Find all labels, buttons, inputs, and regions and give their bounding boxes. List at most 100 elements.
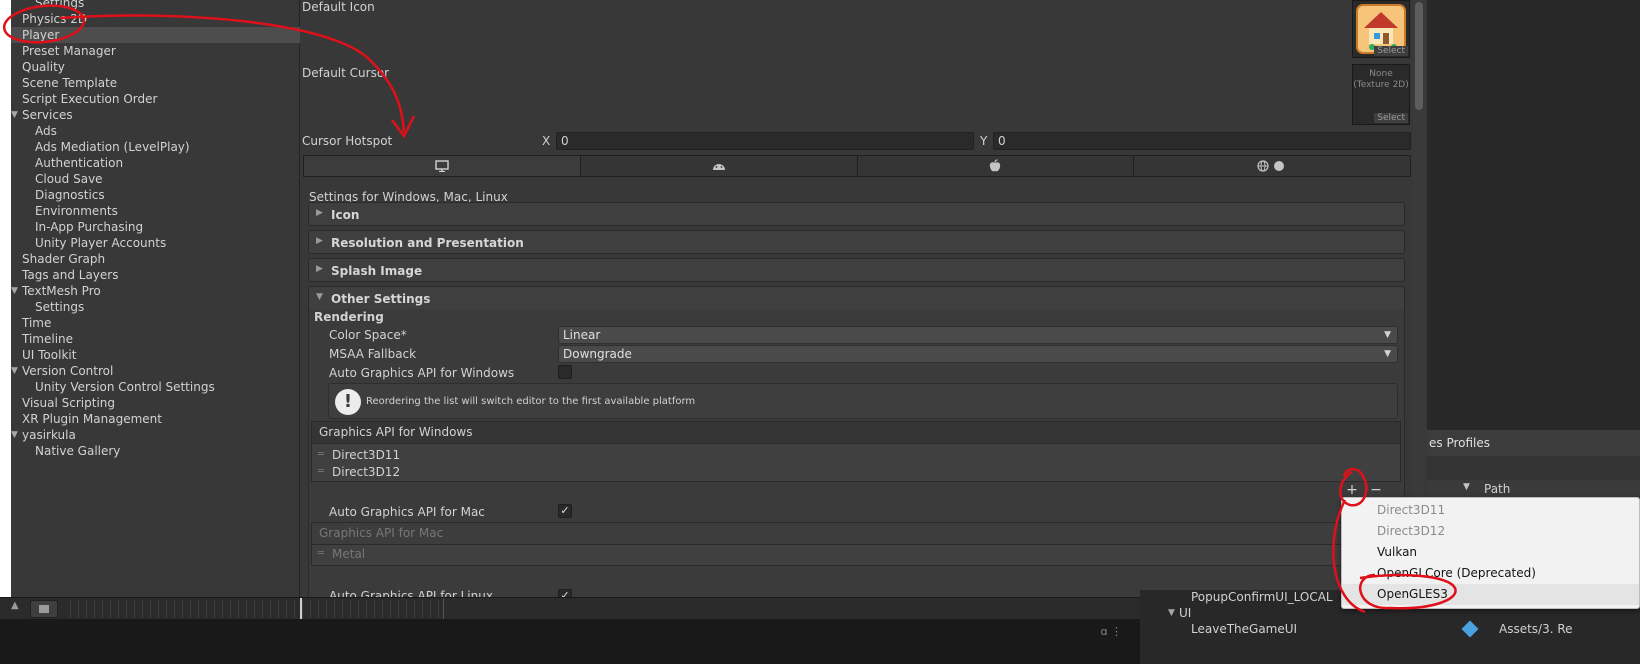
sidebar-item-label: XR Plugin Management — [22, 412, 162, 426]
timeline-ruler-2[interactable] — [302, 600, 442, 618]
graphics-api-popup-menu: Direct3D11 Direct3D12 Vulkan OpenGLCore (De… — [1341, 497, 1640, 609]
auto-api-mac-checkbox[interactable]: ✓ — [558, 504, 572, 518]
tab-android[interactable] — [580, 156, 858, 176]
sidebar-item-label: Visual Scripting — [22, 396, 115, 410]
popup-item-opengles3[interactable]: OpenGLES3 — [1342, 584, 1639, 605]
sidebar-item-label: Services — [22, 108, 73, 122]
sidebar-item-yasirkula[interactable]: ▼ yasirkula — [11, 427, 300, 443]
sidebar-item-label: Version Control — [22, 364, 114, 378]
sidebar-item-unity-player-accounts[interactable]: Unity Player Accounts — [11, 235, 300, 251]
sidebar-item-native-gallery[interactable]: Native Gallery — [11, 443, 300, 459]
profiles-tab[interactable]: es Profiles — [1427, 430, 1640, 456]
sidebar-item-label: Unity Version Control Settings — [35, 380, 215, 394]
mac-api-item-label: Metal — [332, 547, 366, 561]
scrollbar-thumb[interactable] — [1415, 2, 1423, 110]
sidebar-item-physics-2d[interactable]: Physics 2D — [11, 11, 300, 27]
foldout-resolution-label: Resolution and Presentation — [331, 236, 524, 250]
asset-row-popupconfirm[interactable]: PopupConfirmUI_LOCAL — [1191, 590, 1333, 604]
sidebar-item-preset-manager[interactable]: Preset Manager — [11, 43, 300, 59]
sidebar-item-script-execution-order[interactable]: Script Execution Order — [11, 91, 300, 107]
drag-handle-icon[interactable]: ═ — [318, 446, 324, 464]
sidebar-item-tags-and-layers[interactable]: Tags and Layers — [11, 267, 300, 283]
mac-list-items: ═ Metal — [312, 545, 1400, 563]
default-cursor-label: Default Cursor — [302, 66, 390, 80]
expand-triangle-icon[interactable]: ▼ — [11, 283, 18, 299]
msaa-fallback-dropdown[interactable]: Downgrade ▼ — [558, 345, 1398, 363]
warning-icon: ! — [335, 389, 361, 415]
tab-ios[interactable] — [857, 156, 1135, 176]
apple-icon — [990, 159, 1001, 172]
sidebar-item-diagnostics[interactable]: Diagnostics — [11, 187, 300, 203]
color-space-label: Color Space* — [329, 328, 407, 342]
sidebar-item-label: Cloud Save — [35, 172, 103, 186]
foldout-other-label: Other Settings — [331, 292, 431, 306]
asset-group-ui[interactable]: UI — [1179, 606, 1191, 620]
expand-triangle-icon[interactable]: ▼ — [11, 107, 18, 123]
win-api-item-label: Direct3D11 — [332, 448, 401, 462]
sidebar-item-settings[interactable]: Settings — [11, 299, 300, 315]
android-icon — [712, 164, 725, 170]
tab-standalone[interactable] — [304, 156, 581, 176]
hotspot-x-field[interactable]: 0 — [556, 132, 974, 150]
right-dock-panel — [1427, 0, 1640, 430]
sidebar-item-textmesh-pro[interactable]: ▼ TextMesh Pro — [11, 283, 300, 299]
popup-item-openglcore-deprecated-[interactable]: OpenGLCore (Deprecated) — [1342, 563, 1639, 584]
warning-text: Reordering the list will switch editor t… — [366, 396, 696, 407]
expand-triangle-icon[interactable]: ▼ — [11, 363, 18, 379]
asset-path: Assets/3. Re — [1499, 622, 1573, 636]
sidebar-item-in-app-purchasing[interactable]: In-App Purchasing — [11, 219, 300, 235]
triangle-down-icon[interactable]: ▼ — [1168, 608, 1175, 618]
drag-handle-icon[interactable]: ═ — [318, 463, 324, 481]
sidebar-item-ui-toolkit[interactable]: UI Toolkit — [11, 347, 300, 363]
default-cursor-slot[interactable]: None (Texture 2D) Select — [1352, 64, 1410, 125]
auto-api-windows-checkbox[interactable] — [558, 365, 572, 379]
sidebar-item-label: Tags and Layers — [22, 268, 119, 282]
warning-small-icon[interactable]: ▲ — [11, 600, 27, 618]
foldout-resolution[interactable]: ▶ Resolution and Presentation — [308, 230, 1405, 254]
win-list-items: ═ Direct3D11 ═ Direct3D12 — [312, 446, 1400, 481]
foldout-other-settings[interactable]: ▼ Other Settings — [308, 286, 1405, 310]
foldout-icon[interactable]: ▶ Icon — [308, 202, 1405, 226]
popup-item-vulkan[interactable]: Vulkan — [1342, 542, 1639, 563]
timeline-ruler[interactable] — [70, 600, 300, 618]
asset-row-leavegame[interactable]: LeaveTheGameUI — [1191, 622, 1297, 636]
sidebar-item-scene-template[interactable]: Scene Template — [11, 75, 300, 91]
sidebar-item-unity-version-control-settings[interactable]: Unity Version Control Settings — [11, 379, 300, 395]
mac-api-item: ═ Metal — [312, 545, 1400, 563]
toolbar-toggle-button[interactable] — [30, 600, 58, 618]
win-api-item[interactable]: ═ Direct3D11 — [312, 446, 1400, 464]
color-space-dropdown[interactable]: Linear ▼ — [558, 326, 1398, 344]
sidebar-item-time[interactable]: Time — [11, 315, 300, 331]
sidebar-item-version-control[interactable]: ▼ Version Control — [11, 363, 300, 379]
icon-select-button[interactable]: Select — [1374, 46, 1408, 56]
hotspot-y-field[interactable]: 0 — [993, 132, 1411, 150]
sidebar-item-authentication[interactable]: Authentication — [11, 155, 300, 171]
sidebar-item-ads[interactable]: Ads — [11, 123, 300, 139]
sidebar-item-timeline[interactable]: Timeline — [11, 331, 300, 347]
sidebar-item-cloud-save[interactable]: Cloud Save — [11, 171, 300, 187]
sidebar-item-quality[interactable]: Quality — [11, 59, 300, 75]
path-column-header[interactable]: Path — [1484, 482, 1510, 496]
tab-webgl[interactable] — [1134, 156, 1410, 176]
sidebar-item-player[interactable]: Player — [11, 27, 300, 43]
sidebar-item-services[interactable]: ▼ Services — [11, 107, 300, 123]
sidebar-item-settings[interactable]: Settings — [11, 0, 300, 11]
cursor-select-button[interactable]: Select — [1374, 113, 1408, 123]
sidebar-item-xr-plugin-management[interactable]: XR Plugin Management — [11, 411, 300, 427]
sidebar-item-label: UI Toolkit — [22, 348, 77, 362]
sidebar-item-ads-mediation-levelplay-[interactable]: Ads Mediation (LevelPlay) — [11, 139, 300, 155]
sidebar-item-label: Ads Mediation (LevelPlay) — [35, 140, 190, 154]
rendering-header: Rendering — [314, 310, 384, 324]
profiles-toolbar — [1427, 456, 1640, 480]
sidebar-item-visual-scripting[interactable]: Visual Scripting — [11, 395, 300, 411]
foldout-splash[interactable]: ▶ Splash Image — [308, 258, 1405, 282]
sidebar-item-label: In-App Purchasing — [35, 220, 144, 234]
default-icon-slot[interactable]: Select — [1352, 0, 1410, 58]
expand-triangle-icon[interactable]: ▼ — [11, 427, 18, 443]
msaa-fallback-value: Downgrade — [563, 347, 632, 361]
sidebar-item-shader-graph[interactable]: Shader Graph — [11, 251, 300, 267]
win-api-item[interactable]: ═ Direct3D12 — [312, 463, 1400, 481]
prefab-cube-icon — [1461, 620, 1479, 638]
sidebar-item-environments[interactable]: Environments — [11, 203, 300, 219]
column-sort-icon[interactable]: ▼ — [1463, 482, 1470, 492]
